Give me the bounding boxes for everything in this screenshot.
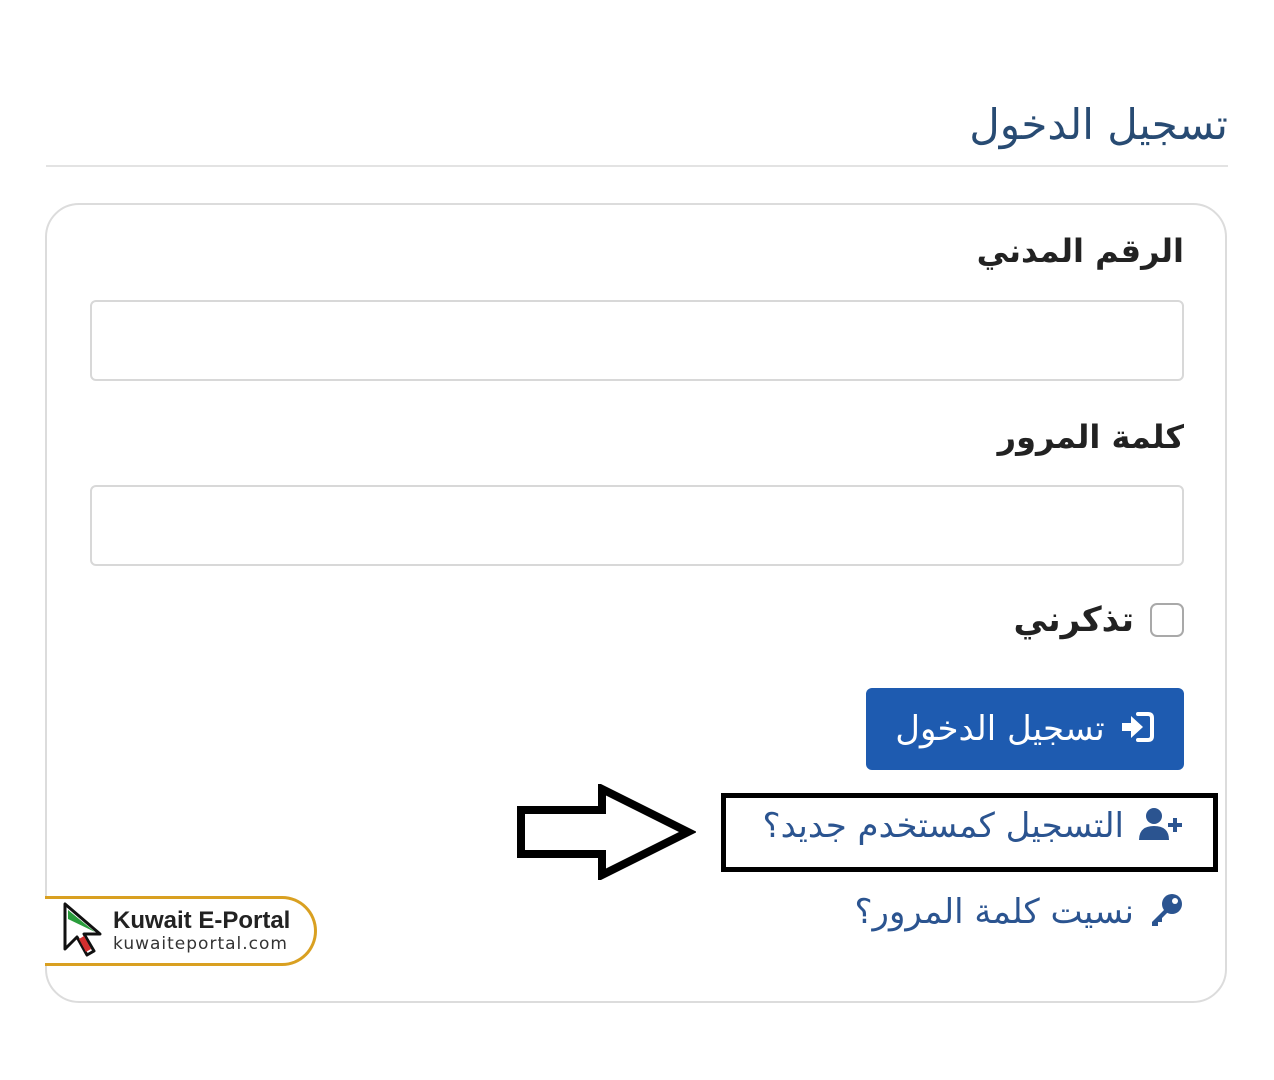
register-link-text: التسجيل كمستخدم جديد؟ (762, 806, 1124, 846)
right-arrow-icon (517, 784, 696, 880)
login-page: تسجيل الدخول الرقم المدني كلمة المرور تذ… (0, 0, 1274, 1080)
title-divider (46, 165, 1228, 167)
user-plus-icon (1138, 806, 1184, 846)
badge-subtitle: kuwaiteportal.com (113, 933, 288, 954)
login-button-label: تسجيل الدخول (895, 709, 1105, 749)
cursor-logo-icon (61, 901, 103, 961)
password-input[interactable] (90, 485, 1184, 566)
key-icon (1148, 892, 1184, 932)
login-button[interactable]: تسجيل الدخول (866, 688, 1184, 770)
sign-in-icon (1119, 711, 1155, 747)
remember-me-row[interactable]: تذكرني (1013, 600, 1184, 640)
password-label: كلمة المرور (997, 418, 1184, 456)
remember-me-checkbox[interactable] (1150, 603, 1184, 637)
civil-id-input[interactable] (90, 300, 1184, 381)
civil-id-label: الرقم المدني (976, 232, 1184, 270)
forgot-password-link[interactable]: نسيت كلمة المرور؟ (855, 892, 1185, 932)
remember-me-label: تذكرني (1013, 600, 1135, 640)
kuwait-eportal-badge: Kuwait E-Portal kuwaiteportal.com (45, 896, 317, 966)
forgot-password-text: نسيت كلمة المرور؟ (854, 892, 1135, 932)
page-title: تسجيل الدخول (969, 100, 1228, 150)
register-link[interactable]: التسجيل كمستخدم جديد؟ (763, 806, 1184, 846)
badge-title: Kuwait E-Portal (113, 907, 291, 935)
